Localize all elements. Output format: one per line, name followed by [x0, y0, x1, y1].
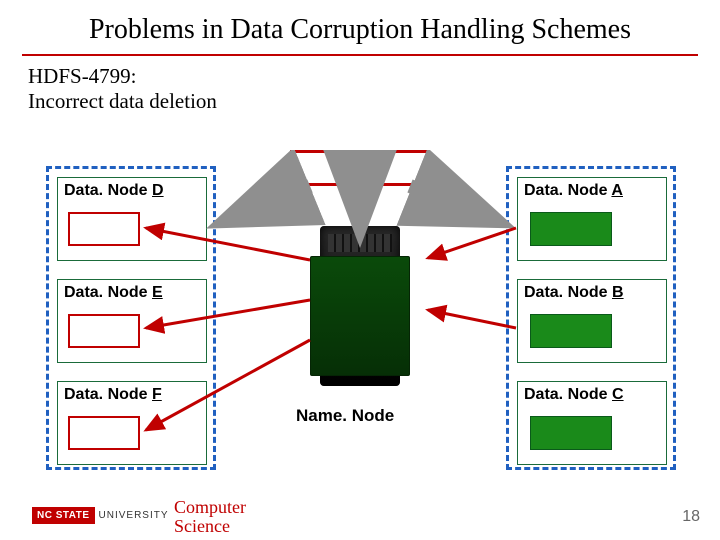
datanode-c: Data. Node C	[517, 381, 667, 465]
datanode-f: Data. Node F	[57, 381, 207, 465]
diagram-stage: reboot Data. Node D Data. Node E Data. N…	[0, 150, 720, 490]
bug-desc: Incorrect data deletion	[28, 89, 217, 113]
good-block-icon	[530, 212, 612, 246]
datanode-c-label: Data. Node C	[518, 382, 666, 408]
title-rule	[22, 54, 698, 56]
datanode-a-label: Data. Node A	[518, 178, 666, 204]
reboot-box: reboot	[290, 150, 430, 186]
datanode-f-label: Data. Node F	[58, 382, 206, 408]
bug-subtitle: HDFS-4799: Incorrect data deletion	[0, 64, 720, 114]
dept-label: ComputerScience	[174, 498, 246, 536]
datanode-d-label: Data. Node D	[58, 178, 206, 204]
corrupt-block-icon	[68, 212, 140, 246]
datanode-a: Data. Node A	[517, 177, 667, 261]
page-number: 18	[682, 508, 700, 526]
bug-id: HDFS-4799:	[28, 64, 137, 88]
namenode-label: Name. Node	[296, 406, 394, 426]
corrupt-block-icon	[68, 416, 140, 450]
datanode-e: Data. Node E	[57, 279, 207, 363]
logo-badge: NC STATE	[32, 507, 95, 524]
datanode-e-label: Data. Node E	[58, 280, 206, 306]
namenode-server-icon	[300, 226, 420, 386]
good-block-icon	[530, 314, 612, 348]
datanode-b: Data. Node B	[517, 279, 667, 363]
logo-univ: UNIVERSITY	[99, 510, 169, 521]
reboot-label: reboot	[334, 157, 385, 180]
good-block-icon	[530, 416, 612, 450]
corrupt-block-icon	[68, 314, 140, 348]
ncstate-logo: NC STATE UNIVERSITY	[32, 507, 169, 524]
slide-title: Problems in Data Corruption Handling Sch…	[0, 0, 720, 54]
right-column: Data. Node A Data. Node B Data. Node C	[506, 166, 676, 470]
left-column: Data. Node D Data. Node E Data. Node F	[46, 166, 216, 470]
datanode-d: Data. Node D	[57, 177, 207, 261]
datanode-b-label: Data. Node B	[518, 280, 666, 306]
footer: NC STATE UNIVERSITY ComputerScience 18	[0, 500, 720, 534]
